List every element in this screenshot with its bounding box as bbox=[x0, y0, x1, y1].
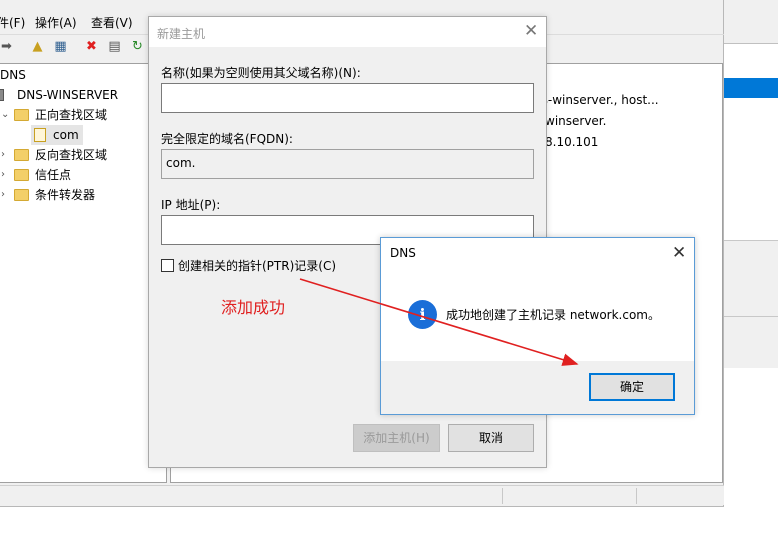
status-divider bbox=[636, 488, 637, 504]
tree-item-label: DNS-WINSERVER bbox=[17, 88, 119, 102]
background-panel bbox=[724, 240, 778, 368]
ok-button[interactable]: 确定 bbox=[589, 373, 675, 401]
dialog-title: 新建主机 bbox=[157, 27, 206, 41]
tree-item-label: 信任点 bbox=[35, 168, 72, 182]
zone-file-icon bbox=[34, 128, 46, 142]
dns-message-box: DNS ✕ i 成功地创建了主机记录 network.com。 确定 bbox=[380, 237, 695, 415]
close-icon[interactable]: ✕ bbox=[672, 245, 686, 262]
chevron-right-icon[interactable]: › bbox=[1, 185, 5, 205]
add-host-button[interactable]: 添加主机(H) bbox=[353, 424, 440, 452]
selected-row-highlight bbox=[724, 78, 778, 98]
tree-item-label: DNS bbox=[0, 68, 26, 82]
list-cell[interactable]: winserver. bbox=[545, 114, 606, 128]
folder-up-icon[interactable]: ▲ bbox=[29, 38, 46, 55]
forward-arrow-icon[interactable]: ➡ bbox=[0, 38, 15, 55]
ip-label: IP 地址(P): bbox=[161, 198, 221, 212]
status-divider bbox=[502, 488, 503, 504]
dialog-titlebar: 新建主机 ✕ bbox=[149, 17, 546, 47]
tree-item-com[interactable]: com bbox=[31, 125, 83, 145]
fqdn-field: com. bbox=[161, 149, 534, 179]
ptr-checkbox-label: 创建相关的指针(PTR)记录(C) bbox=[178, 259, 337, 273]
server-icon bbox=[0, 89, 4, 101]
message-box-title: DNS bbox=[390, 246, 416, 260]
menu-file[interactable]: 件(F) bbox=[0, 14, 25, 31]
tree-item-label: com bbox=[53, 128, 79, 142]
chevron-right-icon[interactable]: › bbox=[1, 145, 5, 165]
chevron-right-icon[interactable]: › bbox=[1, 165, 5, 185]
cancel-button[interactable]: 取消 bbox=[448, 424, 534, 452]
background-window-edge bbox=[724, 0, 778, 540]
status-bar bbox=[0, 485, 724, 505]
ptr-checkbox[interactable] bbox=[161, 259, 174, 272]
list-cell[interactable]: ns-winserver., host... bbox=[534, 93, 659, 107]
name-label: 名称(如果为空则使用其父域名称)(N): bbox=[161, 66, 361, 80]
divider bbox=[724, 316, 778, 317]
message-text: 成功地创建了主机记录 network.com。 bbox=[446, 308, 660, 322]
tree-item-label: 条件转发器 bbox=[35, 188, 96, 202]
folder-icon bbox=[14, 149, 29, 161]
delete-icon[interactable]: ✖ bbox=[83, 38, 100, 55]
info-icon: i bbox=[408, 300, 437, 329]
tree-item-forward-zones[interactable]: ⌄ 正向查找区域 bbox=[0, 105, 166, 125]
tree-item-label: 正向查找区域 bbox=[35, 108, 108, 122]
annotation-label: 添加成功 bbox=[221, 298, 286, 317]
tree-item-label: 反向查找区域 bbox=[35, 148, 108, 162]
chevron-down-icon[interactable]: ⌄ bbox=[1, 105, 9, 125]
message-box-footer: 确定 bbox=[381, 361, 694, 414]
menu-action[interactable]: 操作(A) bbox=[35, 14, 77, 31]
folder-icon bbox=[14, 169, 29, 181]
console-tree: DNS DNS-WINSERVER ⌄ 正向查找区域 com › 反向查找区域 … bbox=[0, 63, 167, 483]
refresh-icon[interactable]: ↻ bbox=[129, 38, 146, 55]
fqdn-label: 完全限定的域名(FQDN): bbox=[161, 132, 293, 146]
background-panel bbox=[724, 0, 778, 44]
list-cell[interactable]: 8.10.101 bbox=[545, 135, 598, 149]
show-tree-icon[interactable]: ▦ bbox=[52, 38, 69, 55]
folder-icon bbox=[14, 189, 29, 201]
name-input[interactable] bbox=[161, 83, 534, 113]
properties-icon[interactable]: ▤ bbox=[106, 38, 123, 55]
close-icon[interactable]: ✕ bbox=[524, 23, 538, 40]
menu-view[interactable]: 查看(V) bbox=[91, 14, 133, 31]
folder-icon bbox=[14, 109, 29, 121]
